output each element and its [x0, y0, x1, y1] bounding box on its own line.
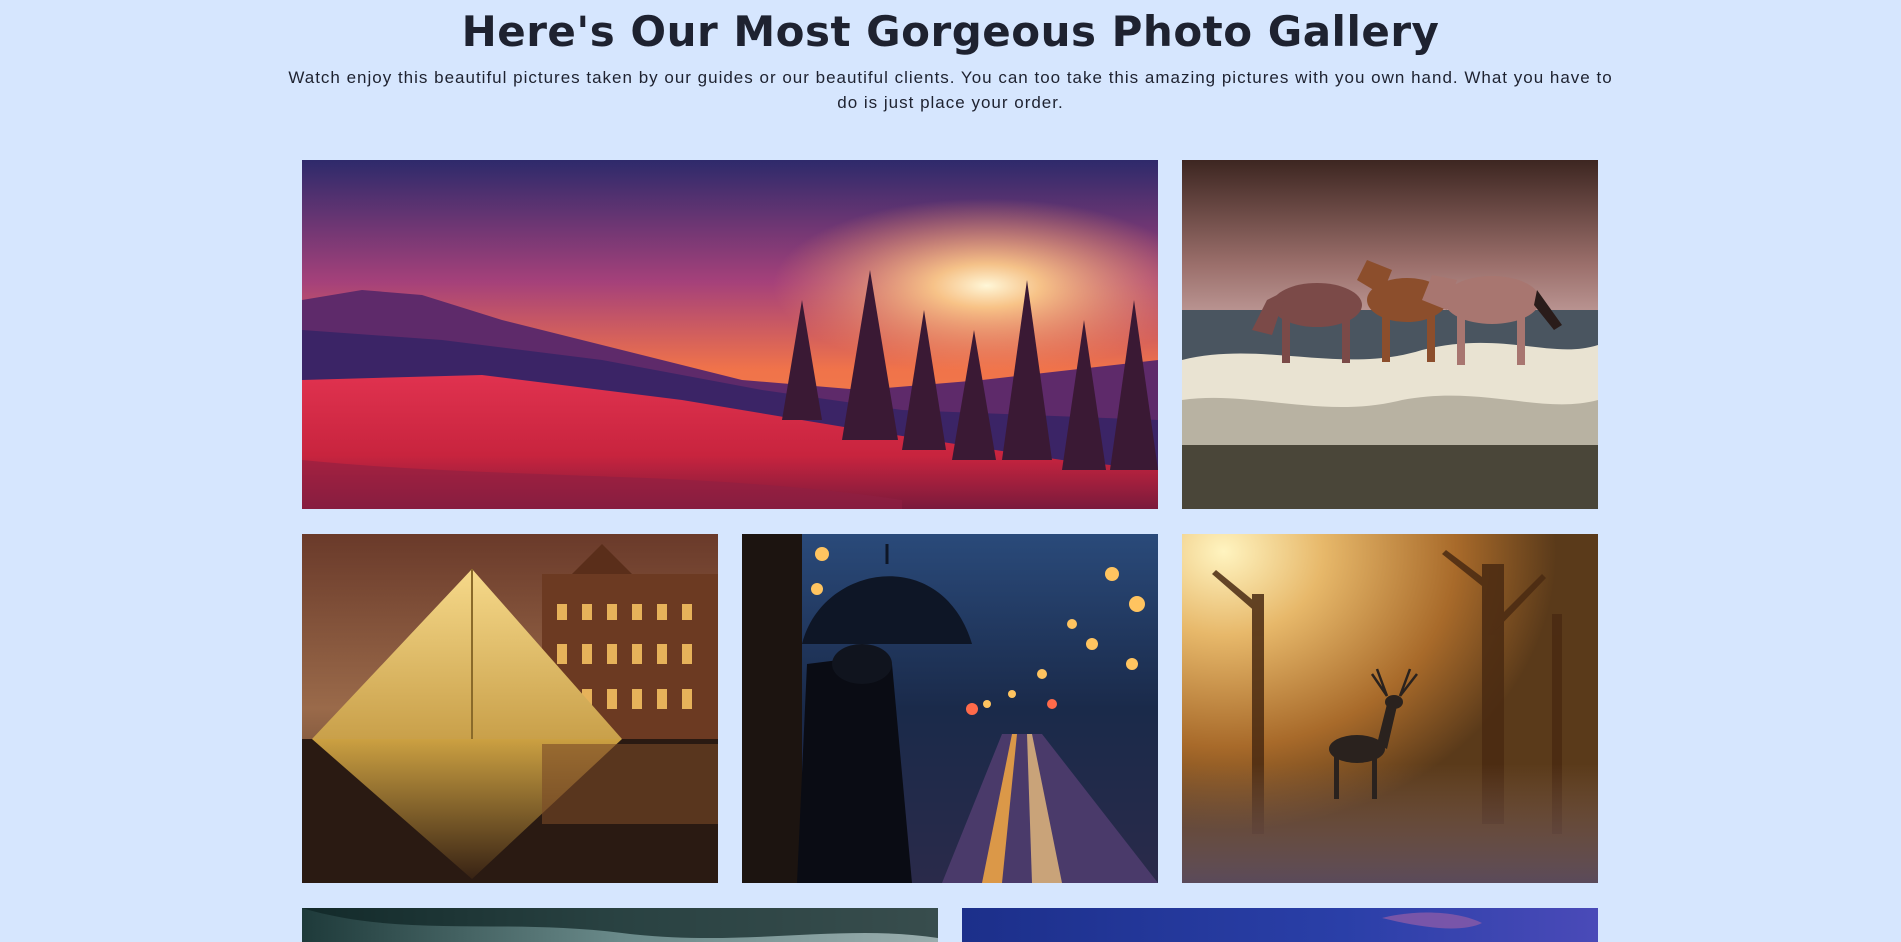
sunset-snow-image: [302, 160, 1158, 509]
dusk-image: [962, 908, 1598, 942]
page-title: Here's Our Most Gorgeous Photo Gallery: [461, 7, 1440, 56]
forest-image: [302, 908, 938, 942]
gallery-photo-umbrella[interactable]: [742, 534, 1158, 883]
gallery-photo-sunset-snow[interactable]: [302, 160, 1158, 509]
horses-image: [1182, 160, 1598, 509]
gallery-photo-horses[interactable]: [1182, 160, 1598, 509]
gallery-photo-forest[interactable]: [302, 908, 938, 942]
gallery-photo-dusk[interactable]: [962, 908, 1598, 942]
umbrella-image: [742, 534, 1158, 883]
deer-image: [1182, 534, 1598, 883]
page-subtitle: Watch enjoy this beautiful pictures take…: [288, 68, 1613, 112]
gallery-photo-deer[interactable]: [1182, 534, 1598, 883]
gallery-photo-louvre[interactable]: [302, 534, 718, 883]
louvre-image: [302, 534, 718, 883]
